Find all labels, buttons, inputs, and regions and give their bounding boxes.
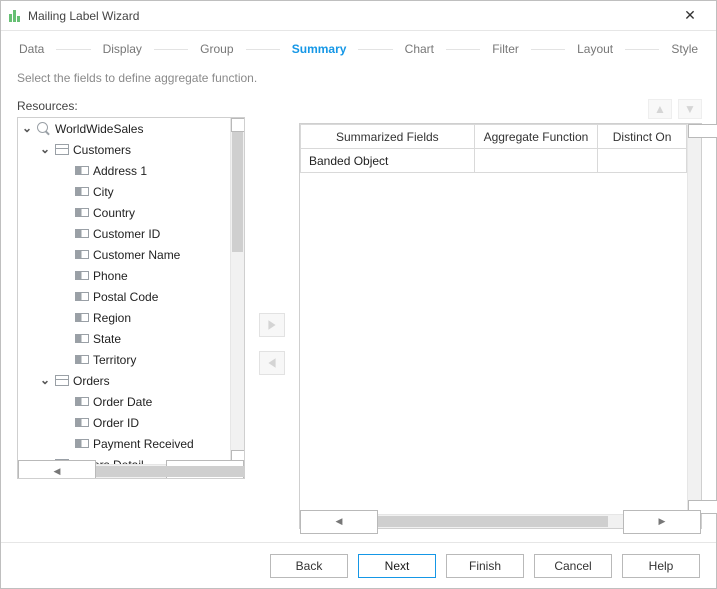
field-icon bbox=[75, 208, 89, 217]
tree-field[interactable]: State bbox=[18, 328, 230, 349]
tree-field[interactable]: Phone bbox=[18, 265, 230, 286]
tree-field[interactable]: Order Date bbox=[18, 391, 230, 412]
step-chart[interactable]: Chart bbox=[401, 38, 438, 60]
step-style[interactable]: Style bbox=[667, 38, 702, 60]
tree-field[interactable]: Address 1 bbox=[18, 160, 230, 181]
add-field-button[interactable] bbox=[259, 313, 285, 337]
tree-horizontal-scrollbar[interactable]: ◀ ▶ bbox=[18, 464, 244, 478]
grid-header-row: Summarized Fields Aggregate Function Dis… bbox=[301, 125, 687, 149]
step-data[interactable]: Data bbox=[15, 38, 48, 60]
scroll-thumb[interactable] bbox=[96, 466, 245, 477]
field-icon bbox=[75, 271, 89, 280]
resources-tree[interactable]: WorldWideSales Customers bbox=[17, 117, 245, 479]
field-icon bbox=[75, 187, 89, 196]
field-icon bbox=[75, 229, 89, 238]
table-icon bbox=[55, 375, 69, 386]
col-aggregate-function[interactable]: Aggregate Function bbox=[474, 125, 598, 149]
field-icon bbox=[75, 292, 89, 301]
tree-node-orders[interactable]: Orders bbox=[18, 370, 230, 391]
tree-field[interactable]: Payment Received bbox=[18, 433, 230, 454]
field-icon bbox=[75, 439, 89, 448]
arrow-right-icon bbox=[266, 319, 278, 331]
scroll-left-icon[interactable]: ◀ bbox=[18, 460, 96, 480]
scroll-right-icon[interactable]: ▶ bbox=[623, 510, 701, 534]
col-distinct-on[interactable]: Distinct On bbox=[598, 125, 687, 149]
title-bar: Mailing Label Wizard ✕ bbox=[1, 1, 716, 31]
step-layout[interactable]: Layout bbox=[573, 38, 617, 60]
grid-vertical-scrollbar[interactable]: ▲ ▼ bbox=[687, 124, 701, 514]
field-icon bbox=[75, 313, 89, 322]
datasource-icon bbox=[37, 122, 51, 136]
tree-label: WorldWideSales bbox=[55, 122, 143, 136]
tree-field[interactable]: Order ID bbox=[18, 412, 230, 433]
field-icon bbox=[75, 334, 89, 343]
window-title: Mailing Label Wizard bbox=[28, 9, 670, 23]
tree-field[interactable]: Postal Code bbox=[18, 286, 230, 307]
tree-label: Orders bbox=[73, 374, 110, 388]
field-icon bbox=[75, 397, 89, 406]
tree-field[interactable]: Territory bbox=[18, 349, 230, 370]
scroll-up-icon[interactable]: ▲ bbox=[231, 118, 245, 132]
finish-button[interactable]: Finish bbox=[446, 554, 524, 578]
arrow-up-icon: ▲ bbox=[654, 102, 666, 116]
step-filter[interactable]: Filter bbox=[488, 38, 523, 60]
wizard-steps: Data Display Group Summary Chart Filter … bbox=[1, 31, 716, 67]
instruction-text: Select the fields to define aggregate fu… bbox=[1, 67, 716, 99]
field-icon bbox=[75, 166, 89, 175]
expand-icon[interactable] bbox=[39, 373, 51, 387]
tree-field[interactable]: Region bbox=[18, 307, 230, 328]
scroll-up-icon[interactable]: ▲ bbox=[688, 124, 717, 138]
expand-icon[interactable] bbox=[39, 142, 51, 156]
wizard-button-bar: Back Next Finish Cancel Help bbox=[1, 542, 716, 588]
table-icon bbox=[55, 144, 69, 155]
arrow-down-icon: ▼ bbox=[684, 102, 696, 116]
arrow-left-icon bbox=[266, 357, 278, 369]
back-button[interactable]: Back bbox=[270, 554, 348, 578]
cell-summarized[interactable]: Banded Object bbox=[301, 149, 475, 173]
field-icon bbox=[75, 418, 89, 427]
table-row[interactable]: Banded Object bbox=[301, 149, 687, 173]
step-summary[interactable]: Summary bbox=[288, 38, 351, 60]
cell-distinct[interactable] bbox=[598, 149, 687, 173]
expand-icon[interactable] bbox=[21, 121, 33, 135]
tree-field[interactable]: Customer Name bbox=[18, 244, 230, 265]
tree-node-customers[interactable]: Customers bbox=[18, 139, 230, 160]
grid-horizontal-scrollbar[interactable]: ◀ ▶ bbox=[300, 514, 701, 528]
tree-vertical-scrollbar[interactable]: ▲ ▼ bbox=[230, 118, 244, 464]
summary-grid[interactable]: Summarized Fields Aggregate Function Dis… bbox=[299, 123, 702, 529]
step-group[interactable]: Group bbox=[196, 38, 237, 60]
cancel-button[interactable]: Cancel bbox=[534, 554, 612, 578]
tree-label: Customers bbox=[73, 143, 131, 157]
help-button[interactable]: Help bbox=[622, 554, 700, 578]
remove-field-button[interactable] bbox=[259, 351, 285, 375]
close-button[interactable]: ✕ bbox=[670, 2, 710, 30]
cell-aggregate[interactable] bbox=[474, 149, 598, 173]
col-summarized-fields[interactable]: Summarized Fields bbox=[301, 125, 475, 149]
field-icon bbox=[75, 355, 89, 364]
scroll-left-icon[interactable]: ◀ bbox=[300, 510, 378, 534]
tree-field[interactable]: Country bbox=[18, 202, 230, 223]
move-up-button[interactable]: ▲ bbox=[648, 99, 672, 119]
move-down-button[interactable]: ▼ bbox=[678, 99, 702, 119]
tree-field[interactable]: Customer ID bbox=[18, 223, 230, 244]
app-icon bbox=[9, 10, 20, 22]
resources-label: Resources: bbox=[17, 99, 245, 117]
field-icon bbox=[75, 250, 89, 259]
scroll-thumb[interactable] bbox=[378, 516, 608, 527]
next-button[interactable]: Next bbox=[358, 554, 436, 578]
step-display[interactable]: Display bbox=[99, 38, 146, 60]
tree-field[interactable]: City bbox=[18, 181, 230, 202]
tree-node-root[interactable]: WorldWideSales bbox=[18, 118, 230, 139]
scroll-thumb[interactable] bbox=[232, 132, 243, 252]
